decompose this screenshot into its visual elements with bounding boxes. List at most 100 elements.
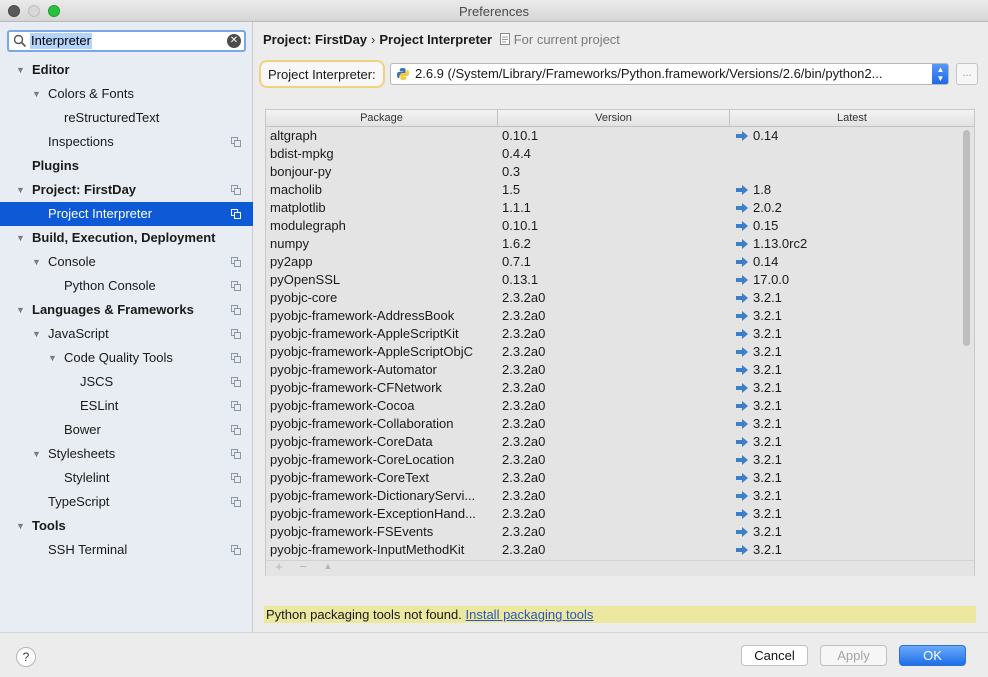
- sidebar-item-ssh-terminal[interactable]: SSH Terminal: [0, 538, 253, 562]
- expand-arrow-icon[interactable]: ▼: [16, 514, 26, 538]
- table-row[interactable]: pyobjc-framework-AppleScriptObjC 2.3.2a0 3…: [266, 343, 962, 361]
- table-row[interactable]: pyobjc-framework-Automator 2.3.2a0 3.2.1: [266, 361, 962, 379]
- table-row[interactable]: macholib 1.5 1.8: [266, 181, 962, 199]
- table-row[interactable]: pyobjc-framework-AppleScriptKit 2.3.2a0 3.…: [266, 325, 962, 343]
- latest-version-text: 1.13.0rc2: [753, 236, 808, 251]
- table-row[interactable]: pyobjc-framework-CoreText 2.3.2a0 3.2.1: [266, 469, 962, 487]
- sidebar-item-stylelint[interactable]: Stylelint: [0, 466, 253, 490]
- expand-arrow-icon[interactable]: ▼: [32, 250, 42, 274]
- clear-search-icon[interactable]: ✕: [227, 34, 241, 48]
- table-row[interactable]: pyobjc-framework-Collaboration 2.3.2a0 3.2…: [266, 415, 962, 433]
- ok-button[interactable]: OK: [899, 645, 966, 666]
- table-row[interactable]: pyobjc-core 2.3.2a0 3.2.1: [266, 289, 962, 307]
- upgrade-package-button[interactable]: ▲: [321, 561, 335, 571]
- add-package-button[interactable]: +: [272, 559, 286, 574]
- table-row[interactable]: pyobjc-framework-CoreData 2.3.2a0 3.2.1: [266, 433, 962, 451]
- search-icon: [13, 34, 27, 48]
- table-row[interactable]: bdist-mpkg 0.4.4: [266, 145, 962, 163]
- package-name-cell: modulegraph: [270, 218, 346, 233]
- upgrade-arrow-icon: [736, 527, 748, 537]
- vertical-scrollbar[interactable]: [963, 130, 970, 346]
- table-row[interactable]: pyobjc-framework-InputMethodKit 2.3.2a0 3.…: [266, 541, 962, 559]
- expand-arrow-icon[interactable]: ▼: [32, 442, 42, 466]
- sidebar-item-jscs[interactable]: JSCS: [0, 370, 253, 394]
- package-name-cell: pyobjc-framework-AddressBook: [270, 308, 455, 323]
- expand-arrow-icon[interactable]: ▼: [16, 58, 26, 82]
- sidebar-item-languages-frameworks[interactable]: ▼ Languages & Frameworks: [0, 298, 253, 322]
- upgrade-arrow-icon: [736, 257, 748, 267]
- table-row[interactable]: bonjour-py 0.3: [266, 163, 962, 181]
- table-row[interactable]: matplotlib 1.1.1 2.0.2: [266, 199, 962, 217]
- expand-arrow-icon[interactable]: ▼: [32, 82, 42, 106]
- table-row[interactable]: modulegraph 0.10.1 0.15: [266, 217, 962, 235]
- expand-arrow-icon[interactable]: ▼: [16, 178, 26, 202]
- apply-button[interactable]: Apply: [820, 645, 887, 666]
- column-header-latest[interactable]: Latest: [730, 110, 974, 127]
- expand-arrow-icon[interactable]: ▼: [16, 226, 26, 250]
- upgrade-arrow-icon: [736, 419, 748, 429]
- expand-arrow-icon[interactable]: ▼: [32, 322, 42, 346]
- upgrade-arrow-icon: [736, 383, 748, 393]
- table-row[interactable]: altgraph 0.10.1 0.14: [266, 127, 962, 145]
- sidebar-item-plugins[interactable]: Plugins: [0, 154, 253, 178]
- upgrade-arrow-icon: [736, 455, 748, 465]
- sidebar-item-restructuredtext[interactable]: reStructuredText: [0, 106, 253, 130]
- sidebar-item-stylesheets[interactable]: ▼ Stylesheets: [0, 442, 253, 466]
- latest-version-text: 0.14: [753, 254, 779, 269]
- package-latest-cell: 3.2.1: [736, 415, 956, 433]
- table-row[interactable]: pyobjc-framework-AddressBook 2.3.2a0 3.2.1: [266, 307, 962, 325]
- upgrade-arrow-icon: [736, 221, 748, 231]
- project-scope-icon: [231, 449, 241, 459]
- package-name-cell: pyobjc-core: [270, 290, 338, 305]
- latest-version-text: 3.2.1: [753, 308, 782, 323]
- package-name-cell: pyobjc-framework-CoreLocation: [270, 452, 455, 467]
- table-row[interactable]: pyobjc-framework-ExceptionHand... 2.3.2a0…: [266, 505, 962, 523]
- interpreter-more-button[interactable]: ...: [956, 63, 978, 85]
- sidebar-item-bower[interactable]: Bower: [0, 418, 253, 442]
- table-row[interactable]: pyOpenSSL 0.13.1 17.0.0: [266, 271, 962, 289]
- sidebar-item-project-interpreter[interactable]: Project Interpreter: [0, 202, 253, 226]
- cancel-button[interactable]: Cancel: [741, 645, 808, 666]
- table-row[interactable]: pyobjc-framework-FSEvents 2.3.2a0 3.2.1: [266, 523, 962, 541]
- table-row[interactable]: pyobjc-framework-CFNetwork 2.3.2a0 3.2.1: [266, 379, 962, 397]
- sidebar-item-colors-fonts[interactable]: ▼ Colors & Fonts: [0, 82, 253, 106]
- table-row[interactable]: pyobjc-framework-CoreLocation 2.3.2a0 3.2.…: [266, 451, 962, 469]
- project-scope-icon: [231, 281, 241, 291]
- project-scope-icon: [231, 473, 241, 483]
- install-packaging-tools-link[interactable]: Install packaging tools: [466, 607, 594, 622]
- help-button[interactable]: ?: [16, 647, 36, 667]
- sidebar-item-javascript[interactable]: ▼ JavaScript: [0, 322, 253, 346]
- sidebar-item-console[interactable]: ▼ Console: [0, 250, 253, 274]
- latest-version-text: 3.2.1: [753, 542, 782, 557]
- search-input[interactable]: Interpreter: [30, 33, 92, 49]
- sidebar-item-editor[interactable]: ▼ Editor: [0, 58, 253, 82]
- remove-package-button[interactable]: −: [296, 559, 310, 574]
- upgrade-arrow-icon: [736, 347, 748, 357]
- sidebar-item-typescript[interactable]: TypeScript: [0, 490, 253, 514]
- expand-arrow-icon[interactable]: ▼: [16, 298, 26, 322]
- table-row[interactable]: py2app 0.7.1 0.14: [266, 253, 962, 271]
- project-scope-icon: [499, 33, 510, 45]
- table-row[interactable]: numpy 1.6.2 1.13.0rc2: [266, 235, 962, 253]
- upgrade-arrow-icon: [736, 311, 748, 321]
- latest-version-text: 0.15: [753, 218, 779, 233]
- sidebar-item-python-console[interactable]: Python Console: [0, 274, 253, 298]
- latest-version-text: 3.2.1: [753, 416, 782, 431]
- sidebar-item-tools[interactable]: ▼ Tools: [0, 514, 253, 538]
- interpreter-select[interactable]: 2.6.9 (/System/Library/Frameworks/Python…: [390, 63, 949, 85]
- table-row[interactable]: pyobjc-framework-Cocoa 2.3.2a0 3.2.1: [266, 397, 962, 415]
- title-bar: Preferences: [0, 0, 988, 22]
- table-row[interactable]: pyobjc-framework-DictionaryServi... 2.3.2…: [266, 487, 962, 505]
- sidebar-item-build-execution-deployment[interactable]: ▼ Build, Execution, Deployment: [0, 226, 253, 250]
- sidebar-item-code-quality-tools[interactable]: ▼ Code Quality Tools: [0, 346, 253, 370]
- sidebar-item-eslint[interactable]: ESLint: [0, 394, 253, 418]
- column-header-version[interactable]: Version: [498, 110, 730, 127]
- sidebar-item-inspections[interactable]: Inspections: [0, 130, 253, 154]
- column-header-package[interactable]: Package: [266, 110, 498, 127]
- select-stepper-icon[interactable]: ▲ ▼: [932, 64, 948, 84]
- expand-arrow-icon[interactable]: ▼: [48, 346, 58, 370]
- package-latest-cell: 1.13.0rc2: [736, 235, 956, 253]
- sidebar-item-project-firstday[interactable]: ▼ Project: FirstDay: [0, 178, 253, 202]
- table-header: Package Version Latest: [266, 110, 974, 127]
- settings-search-box[interactable]: Interpreter ✕: [7, 30, 246, 52]
